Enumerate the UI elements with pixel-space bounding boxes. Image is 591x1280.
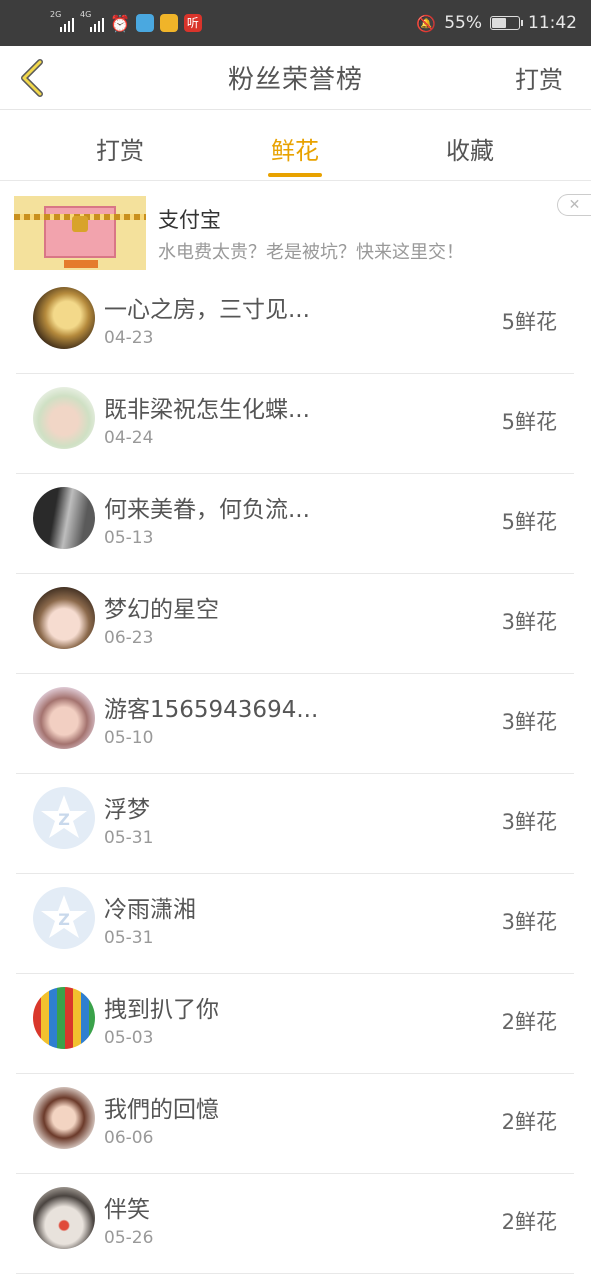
network-type-sim2: 4G bbox=[80, 10, 92, 19]
ad-description: 水电费太贵？老是被坑？快来这里交！ bbox=[158, 242, 464, 263]
back-button[interactable] bbox=[12, 54, 52, 102]
flower-count: 5鲜花 bbox=[501, 510, 557, 534]
avatar bbox=[33, 687, 95, 749]
user-name: 一心之房，三寸见... bbox=[104, 297, 310, 323]
svg-text:Z: Z bbox=[58, 810, 70, 829]
flower-count: 2鲜花 bbox=[501, 1010, 557, 1034]
flower-count: 2鲜花 bbox=[501, 1210, 557, 1234]
tab-reward[interactable]: 打赏 bbox=[70, 131, 170, 181]
list-item[interactable]: Z 浮梦 05-31 3鲜花 bbox=[16, 774, 574, 874]
list-item[interactable]: 一心之房，三寸见... 04-23 5鲜花 bbox=[16, 274, 574, 374]
clock: 11:42 bbox=[528, 13, 577, 33]
user-name: 拽到扒了你 bbox=[104, 997, 219, 1023]
flower-count: 5鲜花 bbox=[501, 410, 557, 434]
list-item[interactable]: 何来美眷，何负流... 05-13 5鲜花 bbox=[16, 474, 574, 574]
fan-rank-list: 一心之房，三寸见... 04-23 5鲜花 既非梁祝怎生化蝶... 04-24 … bbox=[0, 274, 591, 1274]
user-name: 游客1565943694... bbox=[104, 697, 319, 723]
list-item[interactable]: 既非梁祝怎生化蝶... 04-24 5鲜花 bbox=[16, 374, 574, 474]
listen-app-icon: 听 bbox=[183, 14, 202, 32]
status-bar: 2G 4G ⏰ 听 🔕 55% 11:42 bbox=[0, 0, 591, 46]
ad-image bbox=[14, 196, 146, 270]
signal-icon-sim2: 4G bbox=[80, 10, 104, 32]
page-title: 粉丝荣誉榜 bbox=[227, 65, 363, 95]
avatar bbox=[33, 1087, 95, 1149]
avatar bbox=[33, 387, 95, 449]
date: 05-03 bbox=[104, 1028, 154, 1048]
date: 04-23 bbox=[104, 328, 154, 348]
ad-banner[interactable]: 支付宝 水电费太贵？老是被坑？快来这里交！ ✕ bbox=[0, 182, 591, 274]
flower-count: 5鲜花 bbox=[501, 310, 557, 334]
avatar bbox=[33, 287, 95, 349]
flower-count: 3鲜花 bbox=[501, 810, 557, 834]
avatar bbox=[33, 487, 95, 549]
flower-count: 3鲜花 bbox=[501, 710, 557, 734]
date: 05-13 bbox=[104, 528, 154, 548]
date: 05-26 bbox=[104, 1228, 154, 1248]
qq-default-avatar-icon: Z bbox=[41, 795, 87, 838]
app-notification-icon bbox=[159, 14, 178, 32]
reward-button[interactable]: 打赏 bbox=[515, 60, 563, 95]
flower-count: 3鲜花 bbox=[501, 910, 557, 934]
date: 04-24 bbox=[104, 428, 154, 448]
signal-icon-sim1: 2G bbox=[50, 10, 74, 32]
svg-text:Z: Z bbox=[58, 910, 70, 929]
avatar bbox=[33, 587, 95, 649]
close-icon: ✕ bbox=[568, 197, 581, 213]
avatar: Z bbox=[33, 787, 95, 849]
tab-bar: 打赏 鲜花 收藏 bbox=[0, 111, 591, 181]
battery-icon bbox=[490, 16, 523, 30]
list-item[interactable]: Z 冷雨潇湘 05-31 3鲜花 bbox=[16, 874, 574, 974]
tab-flowers[interactable]: 鲜花 bbox=[245, 131, 345, 181]
tab-label: 鲜花 bbox=[271, 137, 319, 165]
network-type-sim1: 2G bbox=[50, 10, 62, 19]
avatar bbox=[33, 987, 95, 1049]
header: 粉丝荣誉榜 打赏 bbox=[0, 46, 591, 110]
tab-favorites[interactable]: 收藏 bbox=[420, 131, 520, 181]
avatar bbox=[33, 1187, 95, 1249]
user-name: 既非梁祝怎生化蝶... bbox=[104, 397, 310, 423]
chevron-left-icon bbox=[21, 59, 43, 97]
mute-icon: 🔕 bbox=[416, 13, 437, 33]
user-name: 浮梦 bbox=[104, 797, 150, 823]
user-name: 梦幻的星空 bbox=[104, 597, 219, 623]
date: 05-31 bbox=[104, 828, 154, 848]
battery-percent: 55% bbox=[444, 13, 482, 33]
close-ad-button[interactable]: ✕ bbox=[557, 194, 591, 216]
tab-active-indicator bbox=[268, 173, 322, 177]
list-item[interactable]: 伴笑 05-26 2鲜花 bbox=[16, 1174, 574, 1274]
date: 06-23 bbox=[104, 628, 154, 648]
list-item[interactable]: 我們的回憶 06-06 2鲜花 bbox=[16, 1074, 574, 1174]
user-name: 伴笑 bbox=[104, 1197, 150, 1223]
list-item[interactable]: 游客1565943694... 05-10 3鲜花 bbox=[16, 674, 574, 774]
alarm-icon: ⏰ bbox=[110, 13, 130, 33]
list-item[interactable]: 梦幻的星空 06-23 3鲜花 bbox=[16, 574, 574, 674]
flower-count: 3鲜花 bbox=[501, 610, 557, 634]
date: 05-10 bbox=[104, 728, 154, 748]
user-name: 冷雨潇湘 bbox=[104, 897, 196, 923]
tab-label: 打赏 bbox=[96, 137, 144, 165]
qq-default-avatar-icon: Z bbox=[41, 895, 87, 938]
list-item[interactable]: 拽到扒了你 05-03 2鲜花 bbox=[16, 974, 574, 1074]
date: 05-31 bbox=[104, 928, 154, 948]
user-name: 我們的回憶 bbox=[104, 1097, 219, 1123]
ad-title: 支付宝 bbox=[158, 208, 221, 232]
date: 06-06 bbox=[104, 1128, 154, 1148]
app-notification-icon bbox=[135, 14, 154, 32]
user-name: 何来美眷，何负流... bbox=[104, 497, 310, 523]
avatar: Z bbox=[33, 887, 95, 949]
flower-count: 2鲜花 bbox=[501, 1110, 557, 1134]
tab-label: 收藏 bbox=[446, 137, 494, 165]
